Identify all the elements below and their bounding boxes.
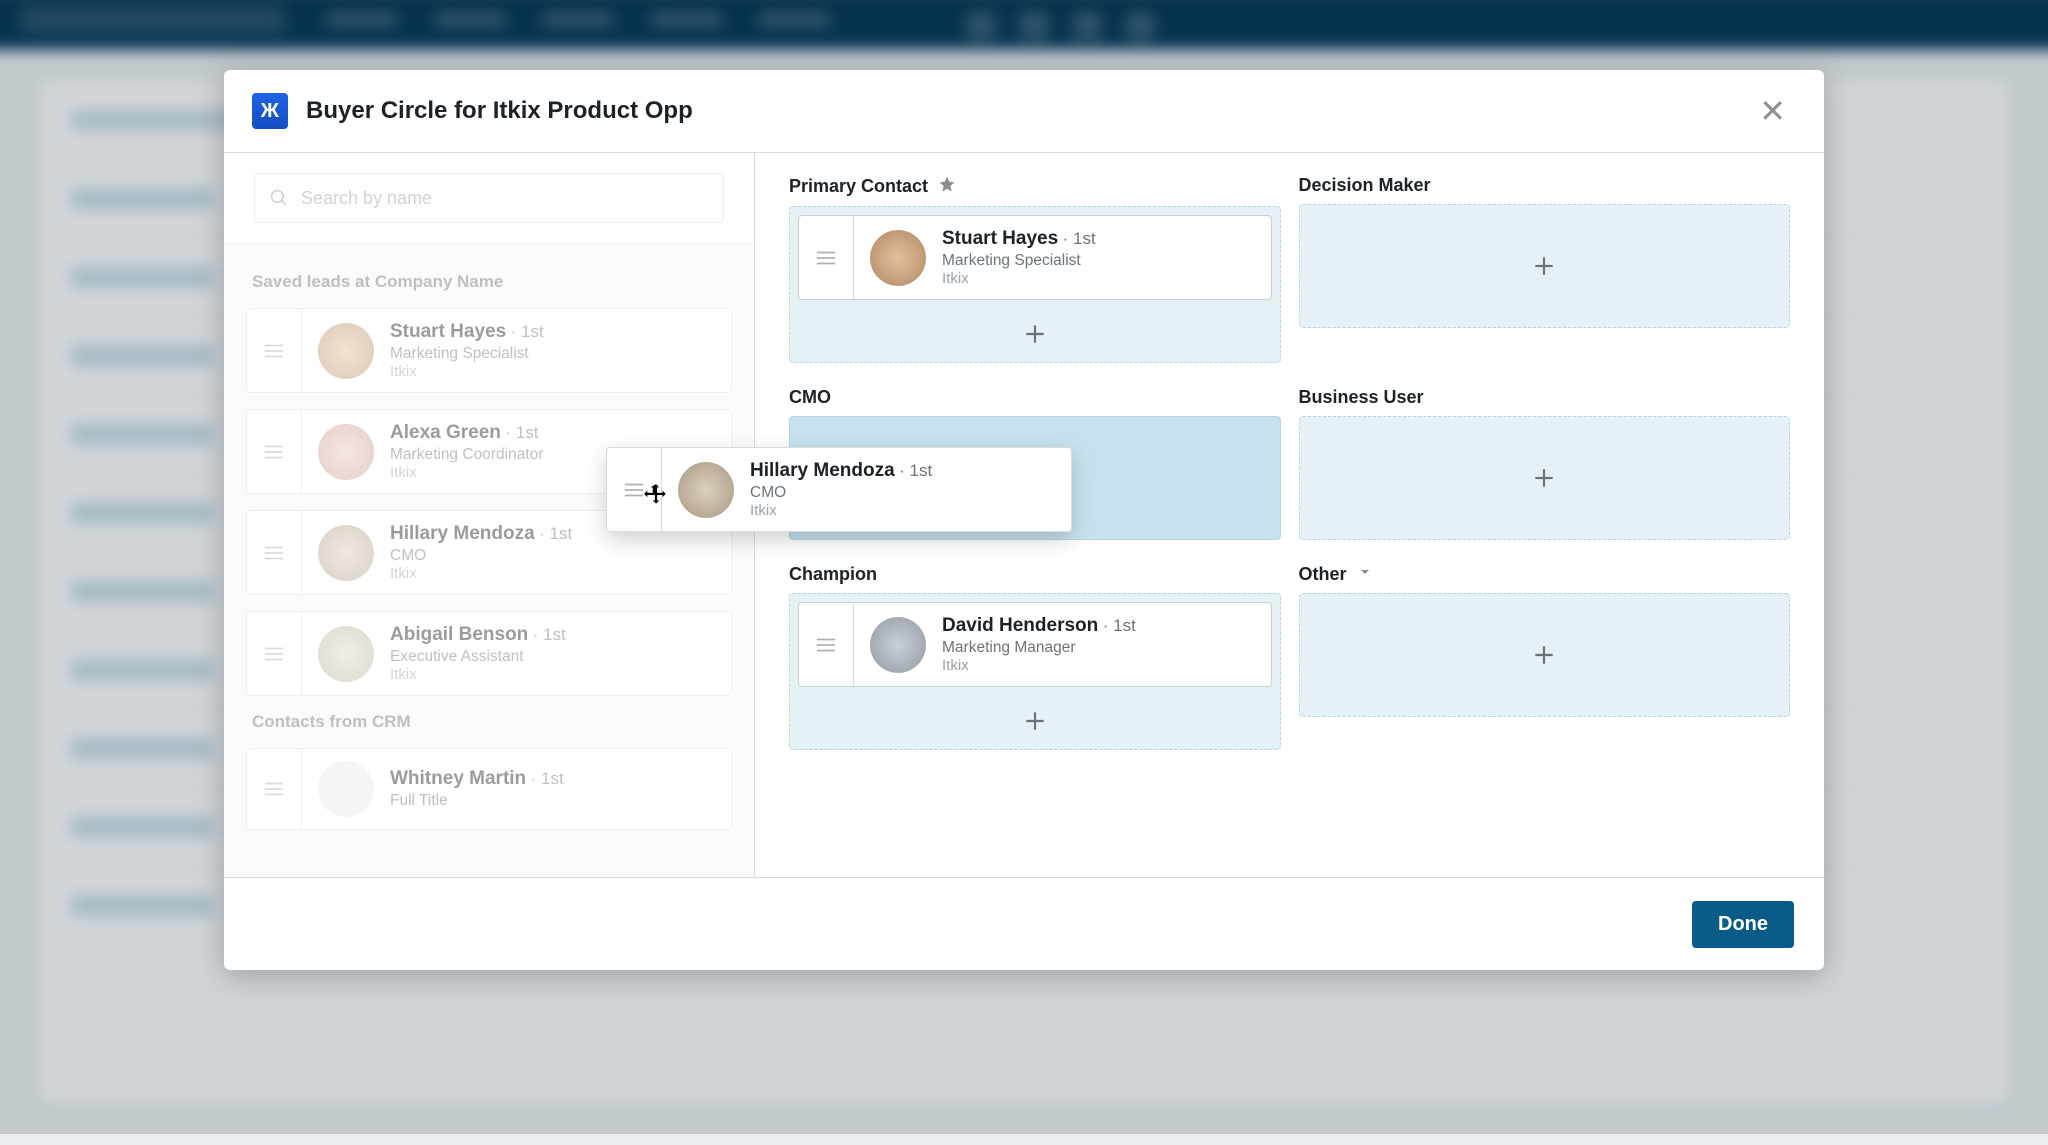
slot-label: Decision Maker — [1299, 175, 1431, 196]
lead-title: CMO — [390, 547, 572, 565]
modal-footer: Done — [224, 877, 1824, 970]
star-icon — [938, 175, 956, 198]
drag-handle-icon[interactable] — [799, 603, 854, 686]
drop-zone[interactable] — [1299, 416, 1791, 540]
avatar — [318, 761, 374, 817]
lead-card[interactable]: Abigail Benson · 1st Executive Assistant… — [246, 611, 732, 696]
drop-zone[interactable]: David Henderson · 1st Marketing Manager … — [789, 593, 1281, 750]
avatar — [318, 424, 374, 480]
lead-name: Stuart Hayes — [390, 321, 506, 342]
modal-title: Buyer Circle for Itkix Product Opp — [306, 97, 693, 125]
lead-name: Abigail Benson — [390, 624, 528, 645]
drag-handle-icon[interactable] — [799, 216, 854, 299]
assigned-card[interactable]: David Henderson · 1st Marketing Manager … — [798, 602, 1272, 687]
lead-degree: · 1st — [539, 524, 572, 543]
drop-zone[interactable]: Stuart Hayes · 1st Marketing Specialist … — [789, 206, 1281, 363]
drag-handle-icon[interactable] — [247, 309, 302, 392]
lead-degree: · 1st — [1103, 616, 1136, 635]
lead-company: Itkix — [390, 565, 572, 582]
close-button[interactable]: ✕ — [1749, 89, 1796, 133]
slot-decision-maker: Decision Maker — [1299, 175, 1791, 363]
left-scroll[interactable]: Saved leads at Company Name Stuart Hayes… — [224, 244, 754, 877]
lead-degree: · 1st — [511, 322, 544, 341]
lead-card[interactable]: Whitney Martin · 1st Full Title — [246, 748, 732, 830]
lead-name: Whitney Martin — [390, 768, 526, 789]
slot-label: Business User — [1299, 387, 1424, 408]
drag-handle-icon[interactable] — [247, 511, 302, 594]
slot-label: CMO — [789, 387, 831, 408]
chevron-down-icon[interactable] — [1357, 564, 1373, 585]
avatar — [318, 525, 374, 581]
slot-label: Champion — [789, 564, 877, 585]
lead-name: Alexa Green — [390, 422, 501, 443]
lead-company: Itkix — [390, 363, 544, 380]
add-button[interactable] — [1526, 248, 1562, 284]
done-button[interactable]: Done — [1692, 901, 1794, 948]
add-button[interactable] — [1526, 460, 1562, 496]
lead-degree: · 1st — [531, 769, 564, 788]
lead-title: CMO — [750, 484, 932, 502]
drop-zone[interactable] — [1299, 593, 1791, 717]
lead-title: Marketing Specialist — [390, 345, 544, 363]
lead-name: Stuart Hayes — [942, 228, 1058, 249]
slot-label: Primary Contact — [789, 176, 928, 197]
avatar — [318, 626, 374, 682]
lead-degree: · 1st — [899, 461, 932, 480]
search-field[interactable] — [254, 173, 724, 223]
slot-label: Other — [1299, 564, 1347, 585]
modal-overlay: Ж Buyer Circle for Itkix Product Opp ✕ — [0, 0, 2048, 1134]
avatar — [318, 323, 374, 379]
close-icon: ✕ — [1759, 93, 1786, 129]
slot-champion: Champion David Henderson — [789, 564, 1281, 750]
lead-card[interactable]: Stuart Hayes · 1st Marketing Specialist … — [246, 308, 732, 393]
section-crm-contacts: Contacts from CRM — [252, 712, 726, 732]
lead-name: Hillary Mendoza — [390, 523, 535, 544]
lead-company: Itkix — [942, 657, 1136, 674]
lead-company: Itkix — [942, 270, 1096, 287]
modal-header: Ж Buyer Circle for Itkix Product Opp ✕ — [224, 70, 1824, 153]
avatar — [870, 230, 926, 286]
assigned-card[interactable]: Stuart Hayes · 1st Marketing Specialist … — [798, 215, 1272, 300]
search-wrap — [224, 153, 754, 244]
drag-ghost[interactable]: Hillary Mendoza · 1st CMO Itkix — [606, 447, 1072, 548]
lead-name: David Henderson — [942, 615, 1098, 636]
drag-handle-icon[interactable] — [607, 448, 662, 531]
slot-primary-contact: Primary Contact — [789, 175, 1281, 363]
section-saved-leads: Saved leads at Company Name — [252, 272, 726, 292]
lead-name: Hillary Mendoza — [750, 460, 895, 481]
lead-company: Itkix — [390, 464, 543, 481]
lead-title: Executive Assistant — [390, 648, 566, 666]
move-cursor-icon — [643, 482, 669, 508]
drag-handle-icon[interactable] — [247, 749, 302, 829]
lead-degree: · 1st — [505, 423, 538, 442]
avatar — [870, 617, 926, 673]
avatar — [678, 462, 734, 518]
lead-degree: · 1st — [533, 625, 566, 644]
search-icon — [269, 188, 289, 208]
lead-title: Marketing Specialist — [942, 252, 1096, 270]
drag-handle-icon[interactable] — [247, 410, 302, 493]
lead-title: Full Title — [390, 792, 564, 810]
lead-title: Marketing Coordinator — [390, 446, 543, 464]
add-button[interactable] — [1017, 316, 1053, 352]
drop-zone[interactable] — [1299, 204, 1791, 328]
lead-title: Marketing Manager — [942, 639, 1136, 657]
brand-badge: Ж — [252, 93, 288, 129]
slot-business-user: Business User — [1299, 387, 1791, 540]
add-button[interactable] — [1017, 703, 1053, 739]
lead-degree: · 1st — [1063, 229, 1096, 248]
lead-company: Itkix — [390, 666, 566, 683]
lead-company: Itkix — [750, 502, 932, 519]
slot-other: Other — [1299, 564, 1791, 750]
search-input[interactable] — [299, 187, 709, 210]
add-button[interactable] — [1526, 637, 1562, 673]
drag-handle-icon[interactable] — [247, 612, 302, 695]
